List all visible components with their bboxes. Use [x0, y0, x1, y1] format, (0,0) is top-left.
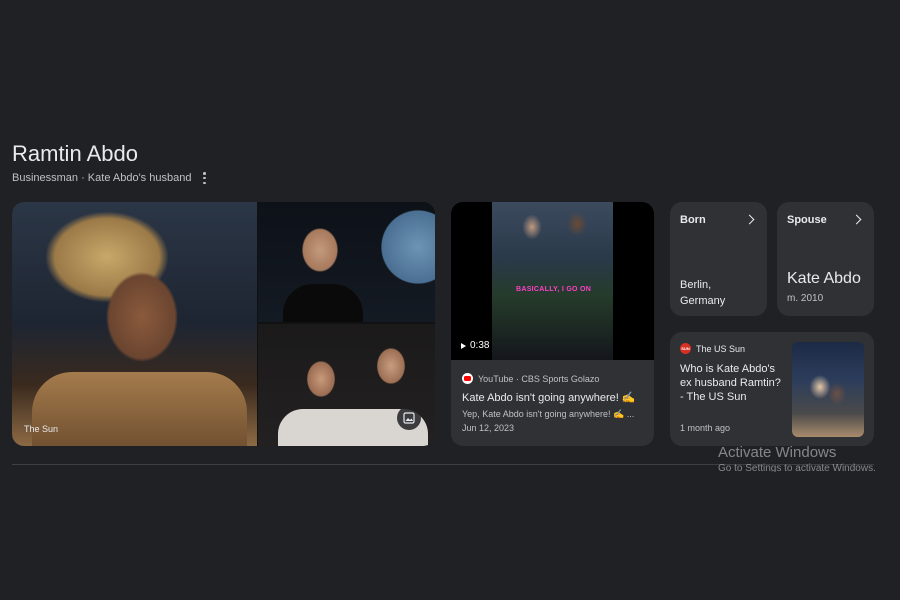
- more-images-icon[interactable]: [397, 406, 421, 430]
- entity-subtitle: Businessman · Kate Abdo's husband: [12, 172, 209, 184]
- news-source-text: The US Sun: [696, 343, 746, 354]
- activate-windows-title: Activate Windows: [718, 444, 837, 461]
- more-options-icon[interactable]: [199, 172, 209, 184]
- video-thumbnail[interactable]: BASICALLY, I GO ON 0:38: [451, 202, 654, 360]
- spouse-card[interactable]: Spouse Kate Abdo m. 2010: [777, 202, 874, 316]
- video-banner-text: BASICALLY, I GO ON: [516, 286, 592, 293]
- chevron-right-icon: [744, 214, 755, 225]
- video-title[interactable]: Kate Abdo isn't going anywhere! ✍️: [462, 391, 636, 404]
- video-source: YouTube · CBS Sports Golazo: [462, 373, 599, 384]
- subtitle-text: Businessman · Kate Abdo's husband: [12, 172, 192, 184]
- video-snippet: Yep, Kate Abdo isn't going anywhere! ✍️ …: [462, 409, 635, 419]
- news-title[interactable]: Who is Kate Abdo's ex husband Ramtin? - …: [680, 362, 785, 404]
- news-source: SUN The US Sun: [680, 343, 745, 354]
- spouse-label: Spouse: [787, 214, 827, 226]
- youtube-icon: [462, 373, 473, 384]
- born-label: Born: [680, 214, 706, 226]
- gallery-image-top[interactable]: [258, 202, 435, 322]
- video-date: Jun 12, 2023: [462, 423, 515, 433]
- activate-windows-subtitle: Go to Settings to activate Windows.: [718, 463, 876, 472]
- news-card[interactable]: SUN The US Sun Who is Kate Abdo's ex hus…: [670, 332, 874, 446]
- play-icon: [461, 342, 466, 349]
- news-thumbnail[interactable]: [792, 342, 864, 437]
- image-gallery: The Sun: [12, 202, 435, 446]
- image-credit: The Sun: [24, 424, 59, 434]
- video-duration: 0:38: [461, 340, 489, 351]
- page-title: Ramtin Abdo: [12, 141, 138, 166]
- spouse-name: Kate Abdo: [787, 270, 861, 287]
- news-time: 1 month ago: [680, 423, 731, 433]
- video-card[interactable]: BASICALLY, I GO ON 0:38 YouTube · CBS Sp…: [451, 202, 654, 446]
- born-place-line1: Berlin,: [680, 279, 712, 291]
- born-place: Berlin, Germany: [680, 277, 725, 309]
- video-source-text: YouTube · CBS Sports Golazo: [478, 373, 600, 384]
- duration-text: 0:38: [470, 340, 490, 351]
- born-card[interactable]: Born Berlin, Germany: [670, 202, 767, 316]
- video-frame: BASICALLY, I GO ON: [492, 202, 613, 360]
- us-sun-icon: SUN: [680, 343, 691, 354]
- gallery-image-main[interactable]: [12, 202, 257, 446]
- marriage-year: m. 2010: [787, 293, 824, 304]
- born-place-line2: Germany: [680, 295, 726, 307]
- chevron-right-icon: [851, 214, 862, 225]
